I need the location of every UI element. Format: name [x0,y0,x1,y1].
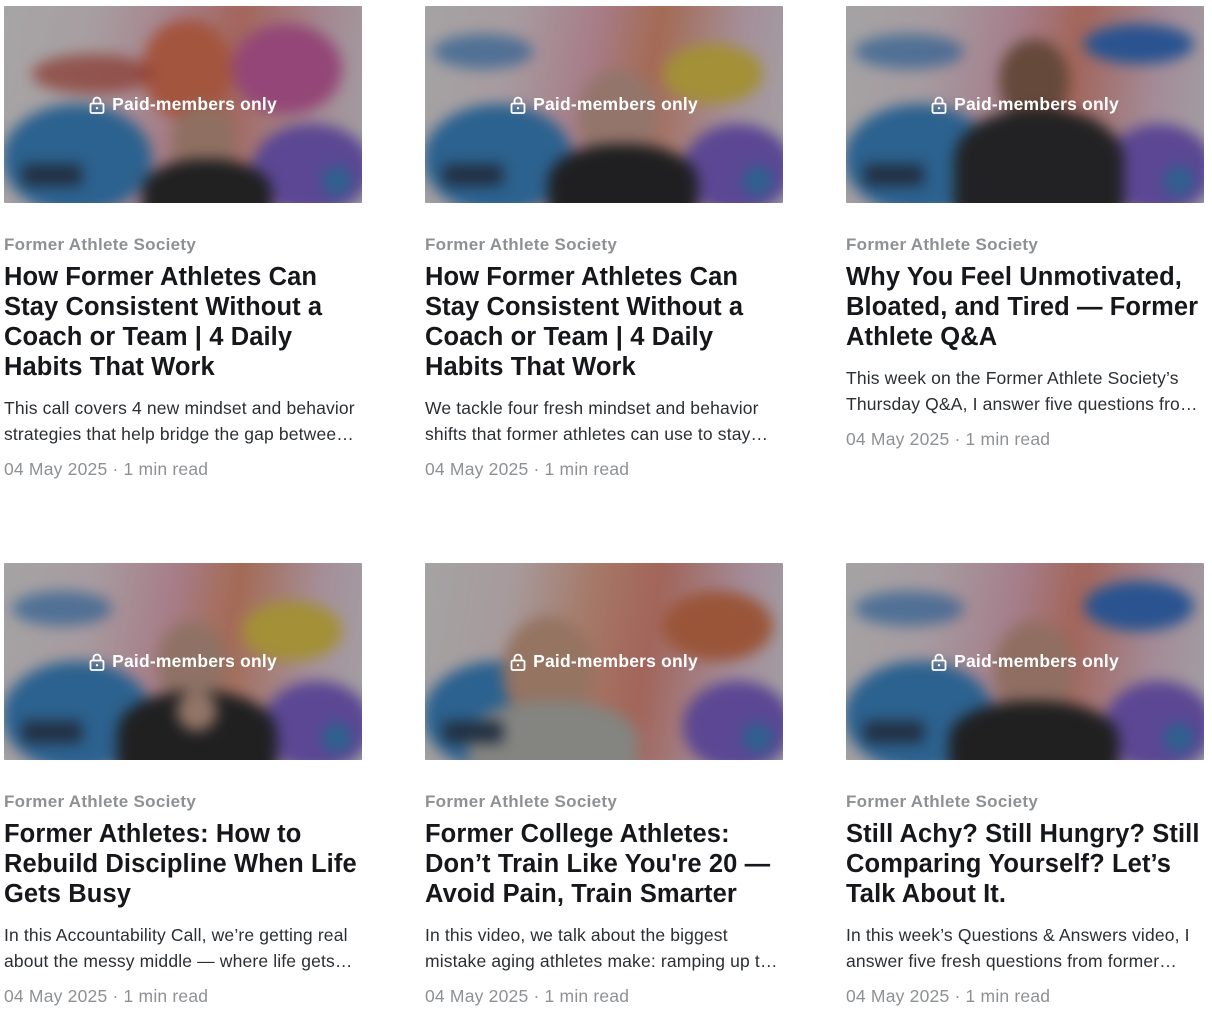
post-excerpt: In this week’s Questions & Answers video… [846,925,1190,971]
post-meta: 04 May 2025 · 1 min read [4,459,362,480]
post-read-time: 1 min read [544,986,630,1006]
post-excerpt: This week on the Former Athlete Society’… [846,368,1195,414]
post-meta: 04 May 2025 · 1 min read [4,986,362,1007]
post-thumbnail[interactable]: Paid-members only [846,6,1204,203]
post-title[interactable]: How Former Athletes Can Stay Consistent … [425,262,783,382]
meta-separator: · [954,429,961,449]
post-author[interactable]: Former Athlete Society [846,235,1204,255]
post-read-time: 1 min read [965,429,1051,449]
post-excerpt: In this Accountability Call, we’re getti… [4,925,348,971]
post-card[interactable]: Paid-members only Former Athlete Society… [425,563,783,1007]
post-author[interactable]: Former Athlete Society [4,235,362,255]
post-thumbnail[interactable]: Paid-members only [846,563,1204,760]
post-author[interactable]: Former Athlete Society [425,792,783,812]
post-date: 04 May 2025 [4,459,108,479]
post-thumbnail[interactable]: Paid-members only [425,563,783,760]
post-thumbnail[interactable]: Paid-members only [4,6,362,203]
paid-members-badge: Paid-members only [425,563,783,760]
post-title[interactable]: How Former Athletes Can Stay Consistent … [4,262,362,382]
post-meta: 04 May 2025 · 1 min read [425,459,783,480]
meta-separator: · [112,986,119,1006]
post-meta: 04 May 2025 · 1 min read [846,429,1204,450]
post-date: 04 May 2025 [846,986,950,1006]
paid-members-label: Paid-members only [112,651,277,671]
paid-members-badge: Paid-members only [4,6,362,203]
lock-icon [89,653,105,671]
post-excerpt: We tackle four fresh mindset and behavio… [425,398,759,444]
paid-members-label: Paid-members only [954,94,1119,114]
post-card[interactable]: Paid-members only Former Athlete Society… [846,563,1204,1007]
lock-icon [931,96,947,114]
post-title[interactable]: Former Athletes: How to Rebuild Discipli… [4,819,362,909]
meta-separator: · [112,459,119,479]
meta-separator: · [533,459,540,479]
paid-members-badge: Paid-members only [4,563,362,760]
post-date: 04 May 2025 [4,986,108,1006]
paid-members-label: Paid-members only [112,94,277,114]
paid-members-label: Paid-members only [954,651,1119,671]
paid-members-label: Paid-members only [533,94,698,114]
post-read-time: 1 min read [123,459,209,479]
post-thumbnail[interactable]: Paid-members only [425,6,783,203]
post-title[interactable]: Why You Feel Unmotivated, Bloated, and T… [846,262,1204,352]
post-title[interactable]: Still Achy? Still Hungry? Still Comparin… [846,819,1204,909]
paid-members-label: Paid-members only [533,651,698,671]
post-feed-grid: Paid-members only Former Athlete Society… [0,0,1212,1022]
post-date: 04 May 2025 [425,459,529,479]
paid-members-badge: Paid-members only [425,6,783,203]
post-read-time: 1 min read [544,459,630,479]
post-author[interactable]: Former Athlete Society [846,792,1204,812]
post-meta: 04 May 2025 · 1 min read [425,986,783,1007]
post-meta: 04 May 2025 · 1 min read [846,986,1204,1007]
paid-members-badge: Paid-members only [846,563,1204,760]
lock-icon [510,653,526,671]
post-read-time: 1 min read [965,986,1051,1006]
paid-members-badge: Paid-members only [846,6,1204,203]
post-date: 04 May 2025 [425,986,529,1006]
post-card[interactable]: Paid-members only Former Athlete Society… [4,563,362,1007]
post-thumbnail[interactable]: Paid-members only [4,563,362,760]
post-excerpt: In this video, we talk about the biggest… [425,925,780,971]
lock-icon [510,96,526,114]
post-card[interactable]: Paid-members only Former Athlete Society… [4,6,362,480]
meta-separator: · [954,986,961,1006]
meta-separator: · [533,986,540,1006]
post-date: 04 May 2025 [846,429,950,449]
post-title[interactable]: Former College Athletes: Don’t Train Lik… [425,819,783,909]
lock-icon [89,96,105,114]
post-author[interactable]: Former Athlete Society [425,235,783,255]
post-excerpt: This call covers 4 new mindset and behav… [4,398,355,444]
lock-icon [931,653,947,671]
post-card[interactable]: Paid-members only Former Athlete Society… [846,6,1204,450]
post-author[interactable]: Former Athlete Society [4,792,362,812]
post-card[interactable]: Paid-members only Former Athlete Society… [425,6,783,480]
post-read-time: 1 min read [123,986,209,1006]
